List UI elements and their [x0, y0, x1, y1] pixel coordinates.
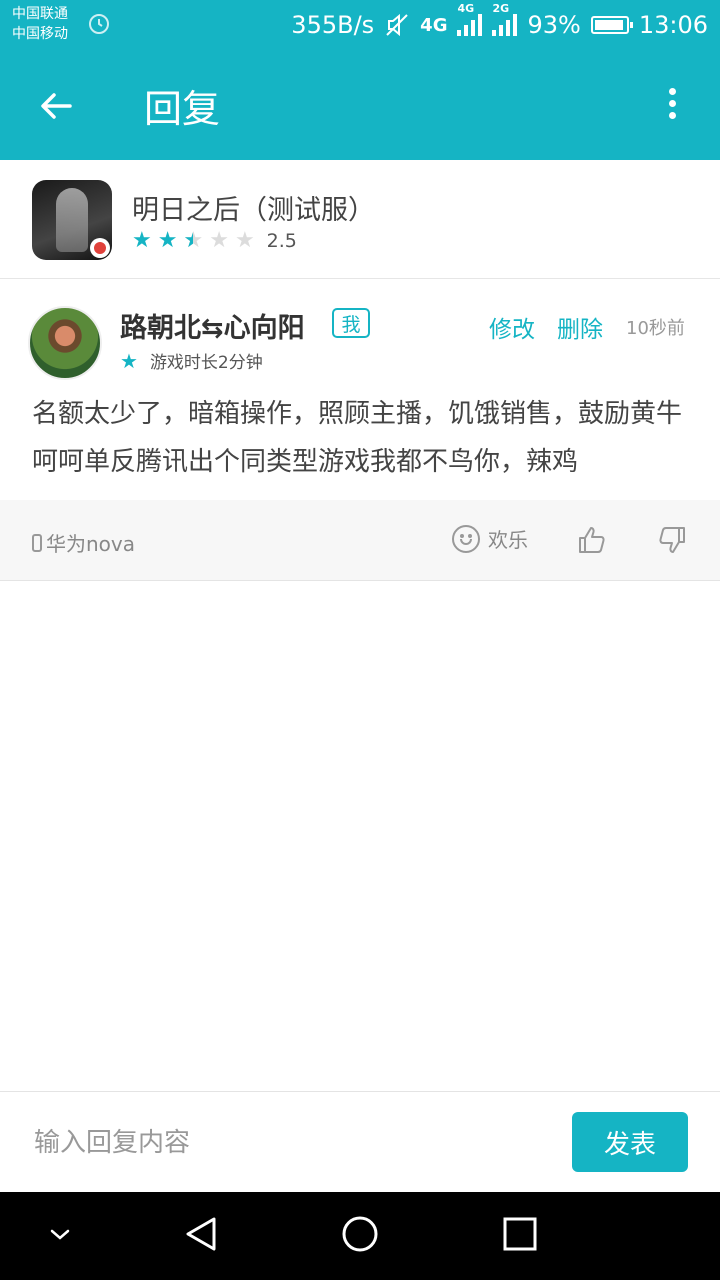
recents-square-icon[interactable] [502, 1214, 538, 1254]
review-card: 路朝北⇆心向阳 我 修改 删除 10秒前 ★ 游戏时长2分钟 名额太少了，暗箱操作… [0, 280, 720, 500]
review-content: 名额太少了，暗箱操作，照顾主播，饥饿销售，鼓励黄牛呵呵单反腾讯出个同类型游戏我都… [32, 399, 683, 477]
star-icon: ★ [157, 228, 178, 253]
mute-icon [386, 13, 408, 37]
battery-percent: 93% [527, 11, 581, 39]
back-triangle-icon[interactable] [182, 1214, 222, 1254]
star-icon: ★ [120, 349, 138, 373]
reply-bar: 发表 [0, 1091, 720, 1193]
device-name: 华为nova [46, 532, 136, 556]
network-speed: 355B/s [291, 11, 375, 39]
game-app-icon[interactable] [32, 180, 112, 260]
mine-badge: 我 [332, 308, 370, 338]
phone-icon [32, 533, 42, 552]
status-bar: 中国联通 中国移动 355B/s 4G 4G 2G 93% 13:06 [0, 0, 720, 50]
game-rating-stars: ★ ★ ★ ★ ★ 2.5 [132, 228, 297, 253]
mood-button[interactable]: 欢乐 [452, 524, 528, 553]
network-type-1: 4G [420, 14, 448, 36]
thumbs-down-icon[interactable] [656, 524, 688, 556]
timer-icon [89, 14, 109, 34]
star-icon: ★ [209, 228, 229, 253]
more-vertical-icon[interactable] [660, 84, 684, 128]
app-bar: 回复 [0, 50, 720, 160]
carrier-1: 中国联通 [12, 6, 68, 22]
smile-icon [452, 524, 480, 553]
star-icon: ★ [132, 228, 152, 253]
thumbs-up-icon[interactable] [576, 524, 608, 556]
home-circle-icon[interactable] [340, 1214, 380, 1254]
star-icon: ★ [183, 230, 203, 253]
signal-icon-1: 4G [457, 2, 483, 36]
carrier-info: 中国联通 中国移动 [12, 4, 68, 44]
carrier-2: 中国移动 [12, 26, 68, 42]
page-title: 回复 [144, 87, 221, 131]
edit-button[interactable]: 修改 [489, 310, 535, 344]
send-button[interactable]: 发表 [572, 1112, 688, 1172]
mood-label: 欢乐 [488, 528, 528, 552]
star-icon: ★ [234, 228, 255, 253]
rating-value: 2.5 [266, 230, 297, 252]
signal-icon-2: 2G [492, 2, 518, 36]
arrow-left-icon[interactable] [36, 86, 76, 126]
chevron-down-icon[interactable] [48, 1226, 72, 1242]
play-time: ★ 游戏时长2分钟 [120, 348, 263, 373]
avatar[interactable] [28, 306, 102, 380]
device-info: 华为nova [32, 528, 135, 557]
battery-icon [590, 16, 633, 34]
review-footer: 华为nova 欢乐 [0, 500, 720, 581]
delete-button[interactable]: 删除 [557, 310, 603, 344]
netease-badge-icon [90, 238, 110, 258]
game-info[interactable]: 明日之后（测试服） ★ ★ ★ ★ ★ 2.5 [0, 160, 720, 279]
game-name[interactable]: 明日之后（测试服） [132, 188, 375, 227]
play-time-text: 游戏时长2分钟 [149, 353, 263, 373]
system-nav-bar [0, 1192, 720, 1280]
battery-level [594, 20, 623, 30]
clock: 13:06 [638, 11, 708, 39]
username[interactable]: 路朝北⇆心向阳 [120, 306, 305, 345]
review-time: 10秒前 [626, 318, 685, 339]
reply-input[interactable] [32, 1120, 536, 1166]
